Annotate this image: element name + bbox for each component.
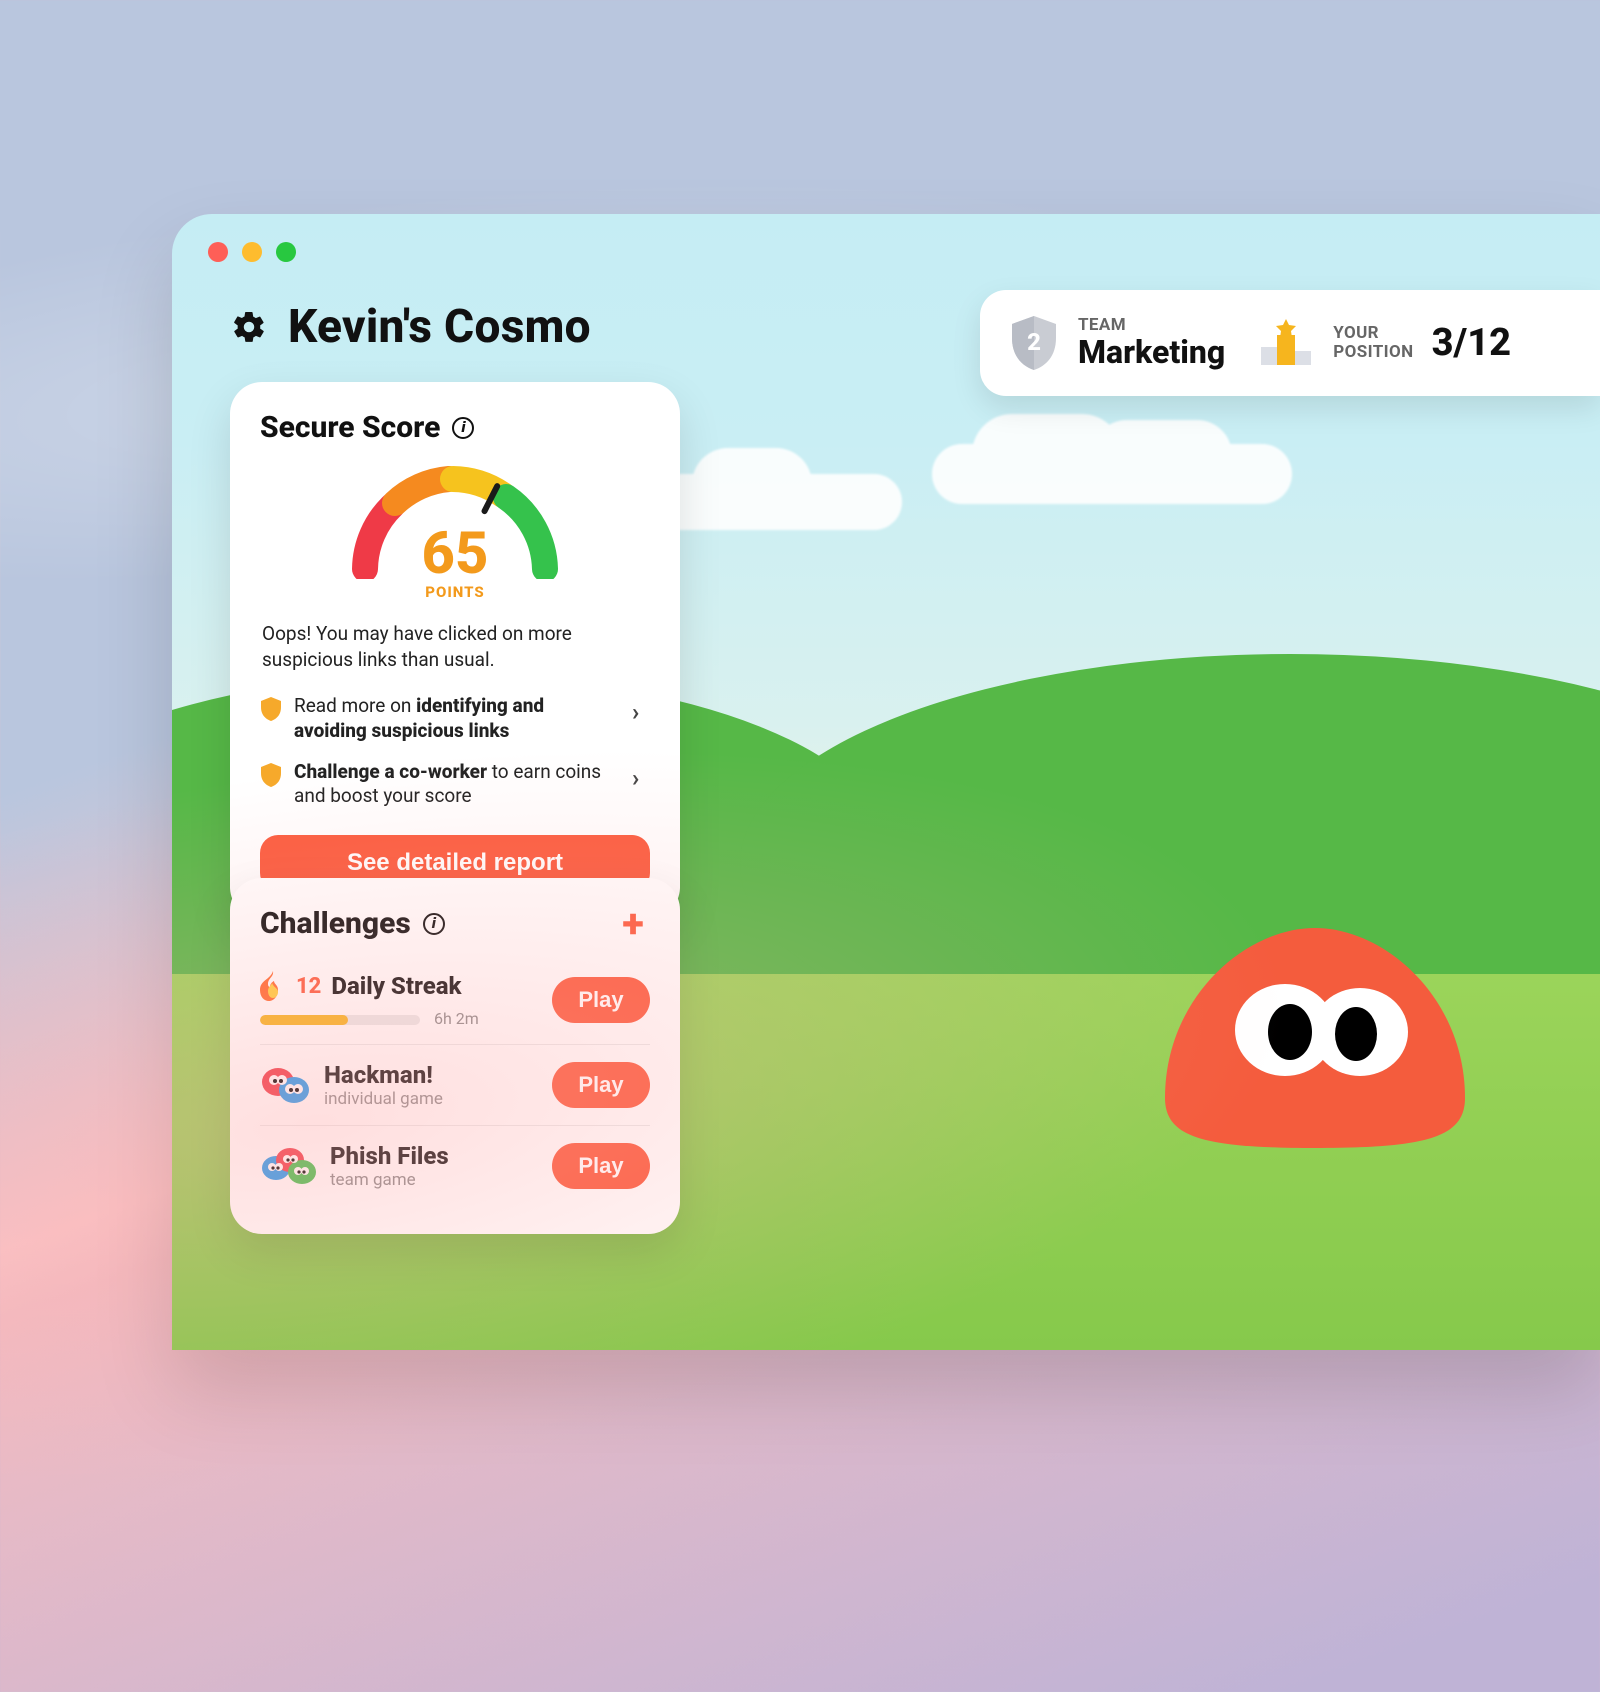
- podium-icon: [1257, 317, 1315, 369]
- streak-progress: [260, 1015, 420, 1025]
- shield-icon: 2: [1008, 314, 1060, 372]
- header: Kevin's Cosmo: [230, 300, 591, 354]
- challenge-row: 12 Daily Streak 6h 2m Play: [260, 955, 650, 1044]
- challenge-list: 12 Daily Streak 6h 2m Play: [260, 955, 650, 1206]
- shield-icon: [260, 696, 282, 722]
- gear-icon[interactable]: [230, 308, 268, 346]
- scene-cloud: [932, 444, 1292, 504]
- fullscreen-icon[interactable]: [276, 242, 296, 262]
- page-title: Kevin's Cosmo: [288, 300, 591, 354]
- chevron-right-icon: ›: [632, 698, 650, 726]
- challenges-card: Challenges + 12 Daily Streak: [230, 878, 680, 1234]
- characters-icon: [260, 1066, 310, 1104]
- info-icon[interactable]: [423, 913, 445, 935]
- cosmo-mascot: [1150, 920, 1480, 1156]
- position-stat: YOUR POSITION 3/12: [1257, 317, 1511, 369]
- challenge-row: Phish Files team game Play: [260, 1125, 650, 1206]
- suggestion-link[interactable]: Read more on identifying and avoiding su…: [260, 686, 650, 751]
- position-label: POSITION: [1333, 343, 1413, 362]
- characters-icon: [260, 1146, 316, 1186]
- position-label: YOUR: [1333, 324, 1413, 343]
- scene-cloud: [642, 474, 902, 530]
- challenge-name: Daily Streak: [331, 972, 461, 1000]
- card-title: Challenges: [260, 906, 445, 941]
- team-name: Marketing: [1078, 335, 1225, 370]
- add-challenge-button[interactable]: +: [616, 907, 650, 941]
- fire-icon: [260, 971, 286, 1001]
- team-label: TEAM: [1078, 316, 1225, 335]
- streak-time-left: 6h 2m: [434, 1009, 479, 1028]
- close-icon[interactable]: [208, 242, 228, 262]
- play-button[interactable]: Play: [552, 977, 650, 1023]
- window-controls: [208, 242, 296, 262]
- secure-score-card: Secure Score 65 POINTS Oops: [230, 382, 680, 919]
- challenge-name: Phish Files: [330, 1142, 449, 1170]
- gauge: 65 POINTS: [260, 459, 650, 601]
- info-icon[interactable]: [452, 417, 474, 439]
- app-window: Kevin's Cosmo 2 TEAM Marketing YOUR: [172, 214, 1600, 1350]
- play-button[interactable]: Play: [552, 1062, 650, 1108]
- challenge-row: Hackman! individual game Play: [260, 1044, 650, 1125]
- streak-count: 12: [296, 974, 321, 999]
- shield-icon: [260, 762, 282, 788]
- challenge-subtitle: team game: [330, 1170, 449, 1190]
- team-position-pill[interactable]: 2 TEAM Marketing YOUR POSITION 3/12: [980, 290, 1600, 396]
- suggestion-text: Challenge a co-worker to earn coins and …: [294, 760, 620, 809]
- card-title: Secure Score: [260, 410, 650, 445]
- score-message: Oops! You may have clicked on more suspi…: [262, 621, 648, 672]
- minimize-icon[interactable]: [242, 242, 262, 262]
- score-unit: POINTS: [425, 583, 484, 601]
- challenge-subtitle: individual game: [324, 1089, 443, 1109]
- suggestion-text: Read more on identifying and avoiding su…: [294, 694, 620, 743]
- suggestion-link[interactable]: Challenge a co-worker to earn coins and …: [260, 752, 650, 817]
- challenge-name: Hackman!: [324, 1061, 443, 1089]
- team-stat: 2 TEAM Marketing: [1008, 314, 1225, 372]
- position-value: 3/12: [1432, 321, 1511, 365]
- chevron-right-icon: ›: [632, 764, 650, 792]
- play-button[interactable]: Play: [552, 1143, 650, 1189]
- svg-text:2: 2: [1027, 328, 1041, 356]
